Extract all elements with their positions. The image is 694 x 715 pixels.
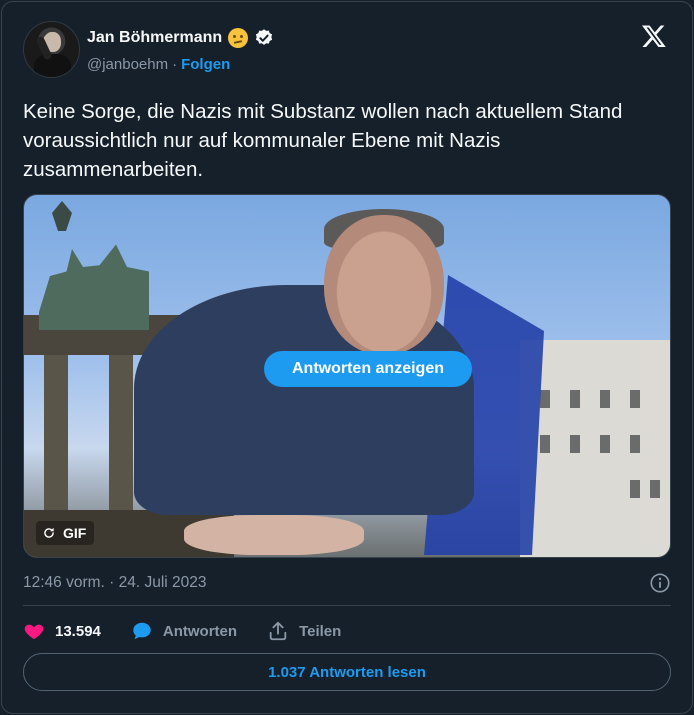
separator-dot: ·	[172, 56, 178, 73]
show-replies-button[interactable]: Antworten anzeigen	[264, 351, 472, 387]
share-label: Teilen	[299, 622, 342, 640]
share-icon	[269, 621, 287, 641]
follow-button[interactable]: Folgen	[181, 56, 230, 73]
quadriga-statue	[39, 244, 149, 330]
read-replies-button[interactable]: 1.037 Antworten lesen	[23, 653, 671, 691]
timestamp[interactable]: 12:46 vorm. · 24. Juli 2023	[23, 574, 207, 592]
tweet-gif-media[interactable]: Antworten anzeigen GIF	[23, 194, 671, 558]
speech-bubble-icon	[133, 622, 151, 640]
x-logo-icon[interactable]	[641, 23, 667, 49]
heart-icon	[24, 624, 44, 640]
building	[520, 340, 670, 557]
tweet-header: Jan Böhmermann @janboehm · Folgen	[23, 21, 671, 81]
thinking-face-emoji-icon	[228, 28, 249, 48]
action-bar: 13.594 Antworten Teilen	[23, 618, 371, 644]
tweet-meta: 12:46 vorm. · 24. Juli 2023	[23, 571, 671, 595]
reply-label: Antworten	[162, 622, 238, 640]
author-handle[interactable]: @janboehm	[87, 56, 168, 73]
verified-badge-icon	[256, 29, 273, 45]
tweet-card: Jan Böhmermann @janboehm · Folgen Keine …	[1, 1, 693, 714]
author-name-row: Jan Böhmermann	[87, 28, 274, 48]
info-icon[interactable]	[649, 572, 671, 594]
divider	[23, 605, 671, 606]
author-name[interactable]: Jan Böhmermann	[87, 29, 222, 47]
reply-button[interactable]: Antworten	[131, 620, 237, 642]
handle-row: @janboehm · Folgen	[87, 56, 230, 73]
share-button[interactable]: Teilen	[267, 620, 341, 642]
gif-label: GIF	[63, 525, 87, 541]
like-count: 13.594	[55, 622, 101, 640]
like-button[interactable]: 13.594	[23, 620, 101, 642]
avatar[interactable]	[23, 21, 80, 78]
replay-icon	[44, 527, 54, 538]
tweet-text: Keine Sorge, die Nazis mit Substanz woll…	[23, 100, 623, 181]
gif-badge[interactable]: GIF	[36, 521, 95, 545]
